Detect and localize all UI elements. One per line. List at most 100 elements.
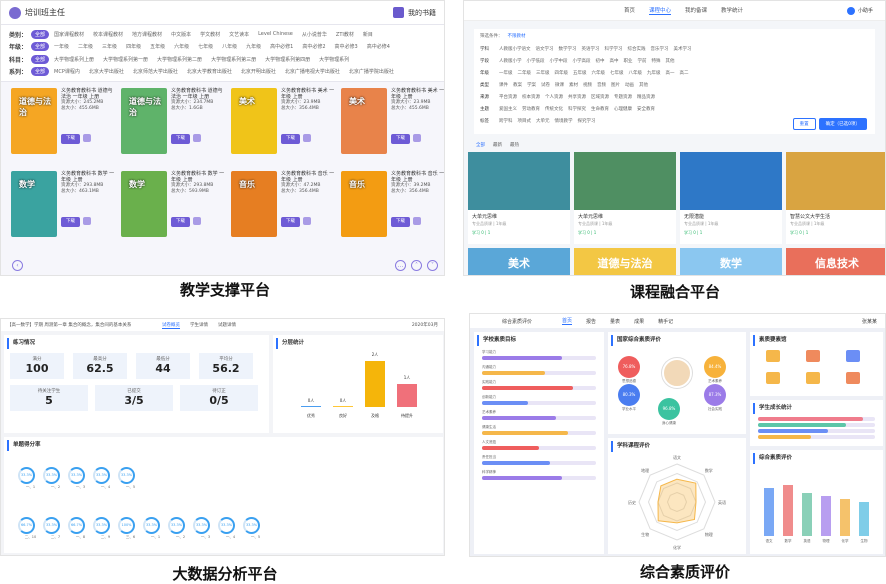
book-cover[interactable]: 美术 xyxy=(231,88,277,154)
filter-option[interactable]: 小学中段 xyxy=(550,58,568,67)
course-card[interactable]: 大单元思维 专业品质课 | 1年级 学习 0 | 1 xyxy=(468,152,570,244)
filter-option[interactable]: 六年级 xyxy=(592,70,606,79)
filter-option[interactable]: 项目式 xyxy=(518,118,532,127)
filter-option[interactable]: 一年级 xyxy=(499,70,513,79)
down-icon[interactable]: ˅ xyxy=(427,260,438,271)
filter-option[interactable]: 教案 xyxy=(513,82,522,91)
more-button[interactable] xyxy=(303,134,311,142)
filter-option[interactable]: 一年级 xyxy=(54,43,69,50)
filter-option[interactable]: 动画 xyxy=(625,82,634,91)
filter-option[interactable]: 大学物理系列第三册 xyxy=(211,56,256,63)
filter-option[interactable]: 高中必修4 xyxy=(367,43,390,50)
filter-option[interactable]: 从小说普华 xyxy=(302,31,327,38)
filter-option[interactable]: 人教版小学 xyxy=(499,58,522,67)
book-item[interactable]: 美术 义务教育教科书 美术 一年级 上册 资源大小：23.9MB 总大小：356.4M… xyxy=(231,88,335,166)
filter-option[interactable]: Level Chinese xyxy=(258,31,293,37)
filter-option[interactable]: 综合实践 xyxy=(628,46,646,55)
book-cover[interactable]: 美术 xyxy=(341,88,387,154)
filter-option[interactable]: 高二 xyxy=(680,70,689,79)
nav-item[interactable]: 教学统计 xyxy=(721,6,743,15)
filter-option[interactable]: 小学高段 xyxy=(573,58,591,67)
nav-item[interactable]: 报告 xyxy=(586,318,596,325)
filter-option[interactable]: 北京师范大学出版社 xyxy=(133,68,178,75)
filter-option[interactable]: 四年级 xyxy=(126,43,141,50)
filter-option[interactable]: 音乐学习 xyxy=(651,46,669,55)
filter-option[interactable]: 七年级 xyxy=(198,43,213,50)
filter-option[interactable]: 课件 xyxy=(499,82,508,91)
filter-option[interactable]: 大学物理系列第四册 xyxy=(265,56,310,63)
element-tile[interactable] xyxy=(766,350,780,362)
download-button[interactable]: 下载 xyxy=(171,134,190,144)
nav-item[interactable]: 首页 xyxy=(562,317,573,325)
filter-option[interactable]: MCP课程内 xyxy=(54,68,80,75)
download-button[interactable]: 下载 xyxy=(391,217,410,227)
filter-all[interactable]: 全部 xyxy=(31,67,50,77)
filter-all[interactable]: 全部 xyxy=(31,54,50,64)
book-cover[interactable]: 道德与法治 xyxy=(121,88,167,154)
book-item[interactable]: 数学 义务教育教科书 数学 一年级 上册 资源大小：293.8MB 总大小：463.1… xyxy=(11,171,115,249)
download-button[interactable]: 下载 xyxy=(61,134,80,144)
more-button[interactable] xyxy=(83,217,91,225)
filter-option[interactable]: 职业 xyxy=(624,58,633,67)
more-button[interactable] xyxy=(413,217,421,225)
filter-option[interactable]: 校本课程教材 xyxy=(93,31,123,38)
element-tile[interactable] xyxy=(806,372,820,384)
filter-option[interactable]: 二年级 xyxy=(518,70,532,79)
p2-user[interactable]: 小助手 xyxy=(846,6,873,15)
nav-item[interactable]: 量表 xyxy=(610,318,620,325)
filter-option[interactable]: 劳动教育 xyxy=(522,106,540,115)
filter-option[interactable]: 二年级 xyxy=(78,43,93,50)
tab[interactable]: 试题详情 xyxy=(218,322,236,328)
book-item[interactable]: 音乐 义务教育教科书 音乐 一年级 上册 资源大小：39.2MB 总大小：356.4M… xyxy=(341,171,444,249)
filter-option[interactable]: 跨学科 xyxy=(499,118,513,127)
filter-option[interactable]: 八年级 xyxy=(222,43,237,50)
back-icon[interactable]: ‹ xyxy=(12,260,23,271)
p1-user[interactable]: 培训班主任 xyxy=(9,6,65,19)
filter-option[interactable]: 安全教育 xyxy=(637,106,655,115)
filter-option[interactable]: 北京开明出版社 xyxy=(241,68,276,75)
element-tile[interactable] xyxy=(766,372,780,384)
up-icon[interactable]: ˄ xyxy=(411,260,422,271)
tab[interactable]: 最热 xyxy=(510,142,519,148)
filter-option[interactable]: 初中 xyxy=(596,58,605,67)
more-button[interactable] xyxy=(413,134,421,142)
filter-option[interactable]: 学案 xyxy=(527,82,536,91)
filter-option[interactable]: 平台资源 xyxy=(499,94,517,103)
filter-all[interactable]: 全部 xyxy=(31,29,50,39)
filter-option[interactable]: 专题资源 xyxy=(614,94,632,103)
tab[interactable]: 学生详情 xyxy=(190,322,208,328)
book-item[interactable]: 道德与法治 义务教育教科书 道德与法治 一年级 上册 资源大小：245.2MB 总大小… xyxy=(11,88,115,166)
filter-option[interactable]: ZTI教材 xyxy=(336,31,354,38)
tab[interactable]: 试卷概览 xyxy=(162,322,180,329)
filter-option[interactable]: 四年级 xyxy=(555,70,569,79)
course-card-partial[interactable]: 道德与法治 xyxy=(574,248,676,275)
filter-option[interactable]: 三年级 xyxy=(102,43,117,50)
filter-option[interactable]: 北京大学出版社 xyxy=(89,68,124,75)
confirm-button[interactable]: 确定（已选0项） xyxy=(818,118,867,130)
filter-option[interactable]: 数学学习 xyxy=(559,46,577,55)
more-button[interactable] xyxy=(303,217,311,225)
my-books-button[interactable]: 我的书籍 xyxy=(393,7,436,18)
filter-option[interactable]: 其他 xyxy=(639,82,648,91)
filter-option[interactable]: 生命教育 xyxy=(591,106,609,115)
book-cover[interactable]: 数学 xyxy=(121,171,167,237)
filter-option[interactable]: 五年级 xyxy=(150,43,165,50)
filter-option[interactable]: 学前 xyxy=(638,58,647,67)
nav-item[interactable]: 精手记 xyxy=(658,318,673,325)
book-cover[interactable]: 道德与法治 xyxy=(11,88,57,154)
more-icon[interactable]: … xyxy=(395,260,406,271)
filter-option[interactable]: 个人资源 xyxy=(545,94,563,103)
filter-option[interactable]: 素材 xyxy=(569,82,578,91)
filter-option[interactable]: 高中必修3 xyxy=(335,43,358,50)
filter-option[interactable]: 高一 xyxy=(666,70,675,79)
book-item[interactable]: 数学 义务教育教科书 数学 一年级 上册 资源大小：293.8MB 总大小：593.9… xyxy=(121,171,225,249)
course-card-partial[interactable]: 信息技术 xyxy=(786,248,885,275)
download-button[interactable]: 下载 xyxy=(281,217,300,227)
filter-option[interactable]: 六年级 xyxy=(174,43,189,50)
filter-option[interactable]: 微课 xyxy=(555,82,564,91)
filter-option[interactable]: 科学学习 xyxy=(605,46,623,55)
element-tile[interactable] xyxy=(846,372,860,384)
filter-option[interactable]: 新目 xyxy=(363,31,373,38)
filter-option[interactable]: 人教版小学语文 xyxy=(499,46,531,55)
nav-item[interactable]: 成果 xyxy=(634,318,644,325)
